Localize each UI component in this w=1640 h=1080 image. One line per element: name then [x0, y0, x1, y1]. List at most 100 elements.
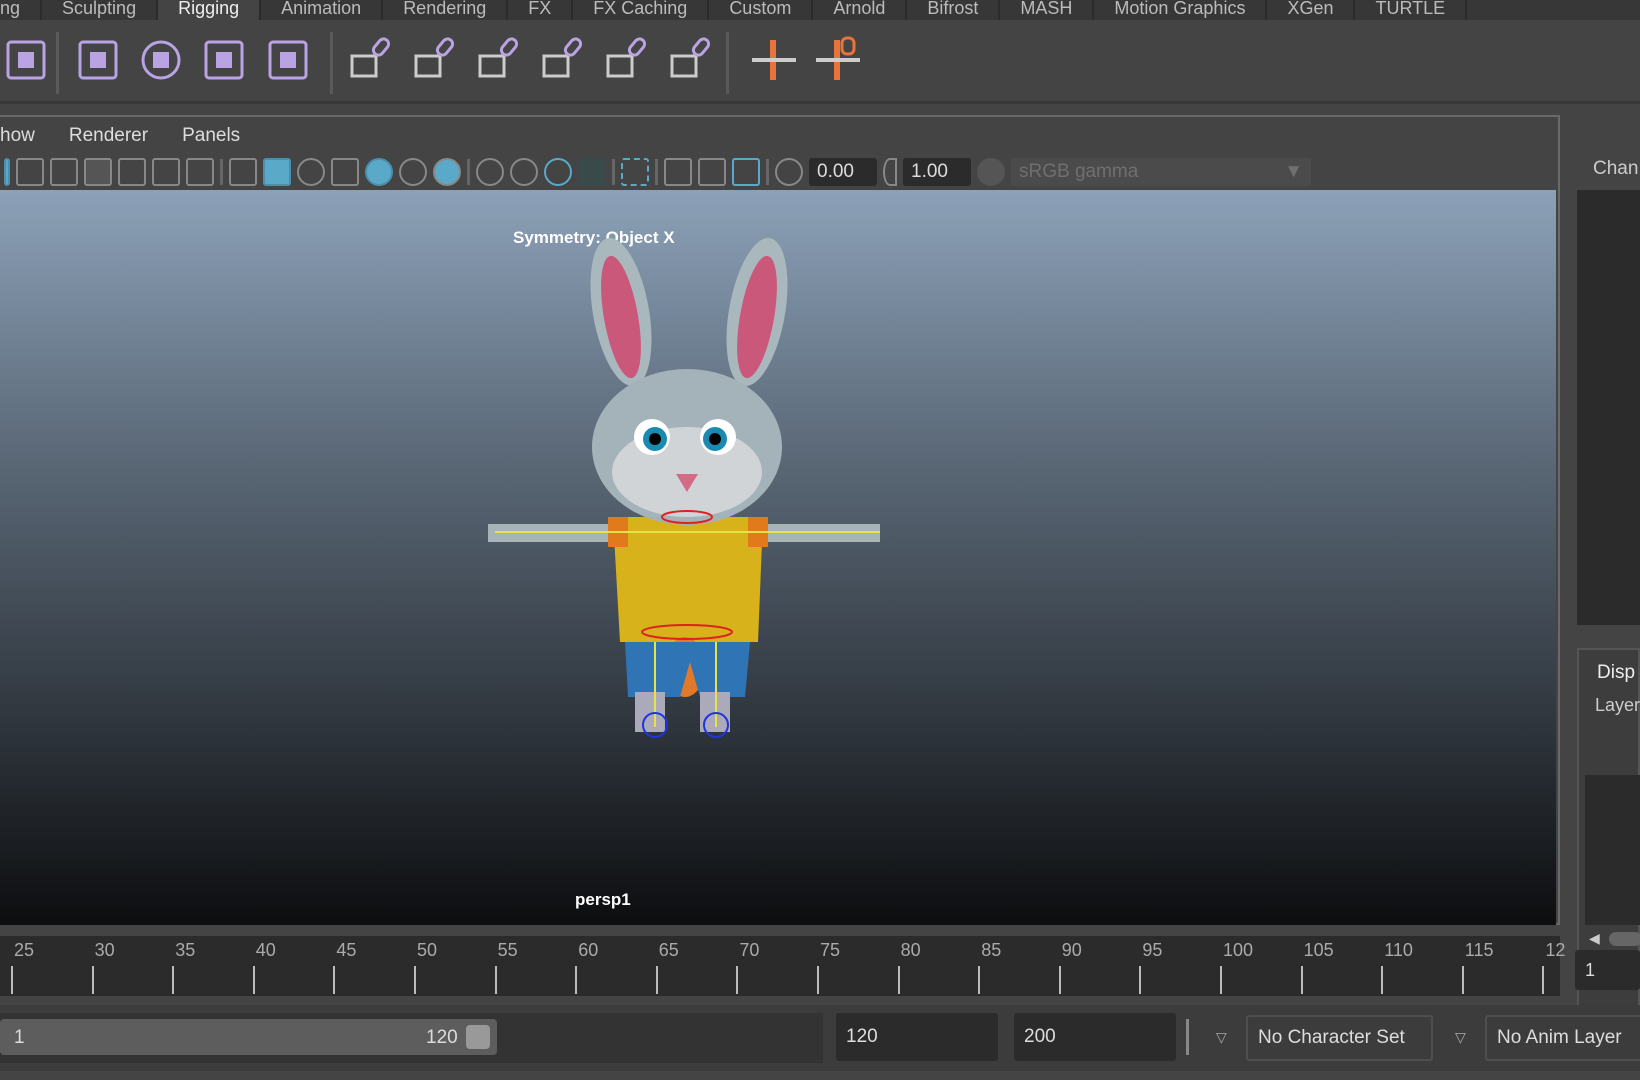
depth-of-field-icon[interactable] [578, 158, 606, 186]
tab-sculpting[interactable]: Sculpting [42, 0, 159, 20]
range-slider[interactable]: 1 120 [0, 1019, 497, 1055]
timeline-tick-label: 60 [578, 940, 599, 960]
character-set-dropdown[interactable]: No Character Set [1246, 1015, 1433, 1061]
timeline-tick [333, 966, 336, 994]
layers-menu[interactable]: Layer [1595, 695, 1640, 716]
tab-arnold[interactable]: Arnold [813, 0, 908, 20]
textured-icon[interactable] [365, 158, 393, 186]
tab-fx[interactable]: FX [508, 0, 574, 20]
anti-aliasing-icon[interactable] [544, 158, 572, 186]
xray-icon[interactable] [664, 158, 692, 186]
orient-constraint-icon[interactable] [474, 34, 526, 86]
animation-end-field[interactable]: 120 [836, 1013, 998, 1061]
gamma-field[interactable]: 1.00 [903, 158, 971, 186]
timeline-tick-label: 105 [1303, 940, 1334, 960]
skin-paint-icon[interactable] [72, 34, 124, 86]
display-tab[interactable]: Disp [1597, 662, 1635, 684]
aim-constraint-icon[interactable] [602, 34, 654, 86]
timeline-tick-label: 95 [1142, 940, 1163, 960]
tab-xgen[interactable]: XGen [1267, 0, 1356, 20]
time-slider[interactable]: 25 30 35 40 45 50 55 60 65 70 75 80 85 90 95 100 105 110 1… [0, 936, 1565, 996]
parent-constraint-icon[interactable] [346, 34, 398, 86]
timeline-tick [655, 966, 658, 994]
xray-joints-icon[interactable] [698, 158, 726, 186]
scroll-left-icon[interactable]: ◀ [1589, 930, 1600, 947]
field-chart-icon[interactable] [118, 158, 146, 186]
select-camera-icon[interactable] [4, 158, 10, 186]
timeline-tick-label: 40 [255, 940, 276, 960]
divider [766, 159, 769, 185]
character-set-dropdown-icon[interactable]: ▽ [1216, 1029, 1227, 1046]
timeline-tick-label: 110 [1384, 940, 1413, 960]
timeline-tick [91, 966, 94, 994]
safe-title-icon[interactable] [186, 158, 214, 186]
3d-viewport[interactable]: Symmetry: Object X persp1 [0, 190, 1556, 925]
pole-vector-constraint-icon[interactable] [666, 34, 718, 86]
timeline-tick [172, 966, 175, 994]
sculpt-deformer-icon[interactable] [135, 34, 187, 86]
view-transform-dropdown[interactable]: sRGB gamma ▼ [1011, 158, 1311, 186]
point-constraint-icon[interactable] [410, 34, 462, 86]
panel-menu-bar: how Renderer Panels [0, 125, 240, 151]
flat-shade-icon[interactable] [297, 158, 325, 186]
menu-show[interactable]: how [0, 125, 35, 151]
timeline-tick-label: 35 [175, 940, 196, 960]
gate-mask-icon[interactable] [84, 158, 112, 186]
wireframe-on-shaded-icon[interactable] [331, 158, 359, 186]
tab-motion-graphics[interactable]: Motion Graphics [1094, 0, 1268, 20]
range-end-handle[interactable] [466, 1025, 490, 1049]
isolate-select-icon[interactable] [621, 158, 649, 186]
xray-active-icon[interactable] [732, 158, 760, 186]
exposure-field[interactable]: 0.00 [809, 158, 877, 186]
timeline-tick-label: 45 [336, 940, 357, 960]
humanik-icon[interactable] [0, 34, 52, 86]
tab-animation[interactable]: Animation [261, 0, 384, 20]
scale-constraint-icon[interactable] [538, 34, 590, 86]
current-frame-field[interactable]: 1 [1575, 950, 1640, 990]
timeline-tick [1300, 966, 1303, 994]
tab-mash[interactable]: MASH [1000, 0, 1095, 20]
horizontal-scrollbar[interactable] [1609, 932, 1640, 946]
screen-space-ao-icon[interactable] [476, 158, 504, 186]
divider [612, 159, 615, 185]
tab-turtle[interactable]: TURTLE [1355, 0, 1468, 20]
layer-list [1585, 775, 1640, 925]
tab-ng[interactable]: ng [0, 0, 43, 20]
film-gate-icon[interactable] [16, 158, 44, 186]
divider [220, 159, 223, 185]
shadows-icon[interactable] [433, 158, 461, 186]
gamma-icon[interactable] [883, 158, 897, 186]
cluster-icon[interactable] [262, 34, 314, 86]
menu-panels[interactable]: Panels [182, 125, 240, 151]
view-transform-value: sRGB gamma [1019, 161, 1139, 182]
anim-layer-dropdown[interactable]: No Anim Layer [1485, 1015, 1640, 1061]
menu-renderer[interactable]: Renderer [69, 125, 148, 151]
channel-box-tab[interactable]: Chan [1593, 158, 1638, 180]
bunny-character-model[interactable] [0, 190, 1556, 925]
timeline-tick-label: 75 [820, 940, 841, 960]
lattice-icon[interactable] [198, 34, 250, 86]
exposure-icon[interactable] [775, 158, 803, 186]
tab-custom[interactable]: Custom [709, 0, 814, 20]
camera-name-label: persp1 [575, 890, 631, 909]
motion-blur-icon[interactable] [510, 158, 538, 186]
tab-rigging[interactable]: Rigging [158, 0, 262, 20]
tab-fx-caching[interactable]: FX Caching [573, 0, 710, 20]
timeline-tick-label: 100 [1223, 940, 1254, 960]
wireframe-icon[interactable] [229, 158, 257, 186]
max-time-field[interactable]: 200 [1014, 1013, 1176, 1061]
joint-tool-icon[interactable] [748, 34, 800, 86]
shelf-tabs: ng Sculpting Rigging Animation Rendering FX FX… [0, 0, 1640, 20]
smooth-shade-icon[interactable] [263, 158, 291, 186]
ik-handle-icon[interactable] [812, 34, 864, 86]
timeline-tick [252, 966, 255, 994]
anim-layer-dropdown-icon[interactable]: ▽ [1455, 1029, 1466, 1046]
safe-action-icon[interactable] [152, 158, 180, 186]
divider [1186, 1019, 1189, 1055]
resolution-gate-icon[interactable] [50, 158, 78, 186]
lights-icon[interactable] [399, 158, 427, 186]
shelf-divider [330, 32, 333, 94]
tab-bifrost[interactable]: Bifrost [907, 0, 1001, 20]
tab-rendering[interactable]: Rendering [383, 0, 509, 20]
color-management-toggle-icon[interactable] [977, 158, 1005, 186]
